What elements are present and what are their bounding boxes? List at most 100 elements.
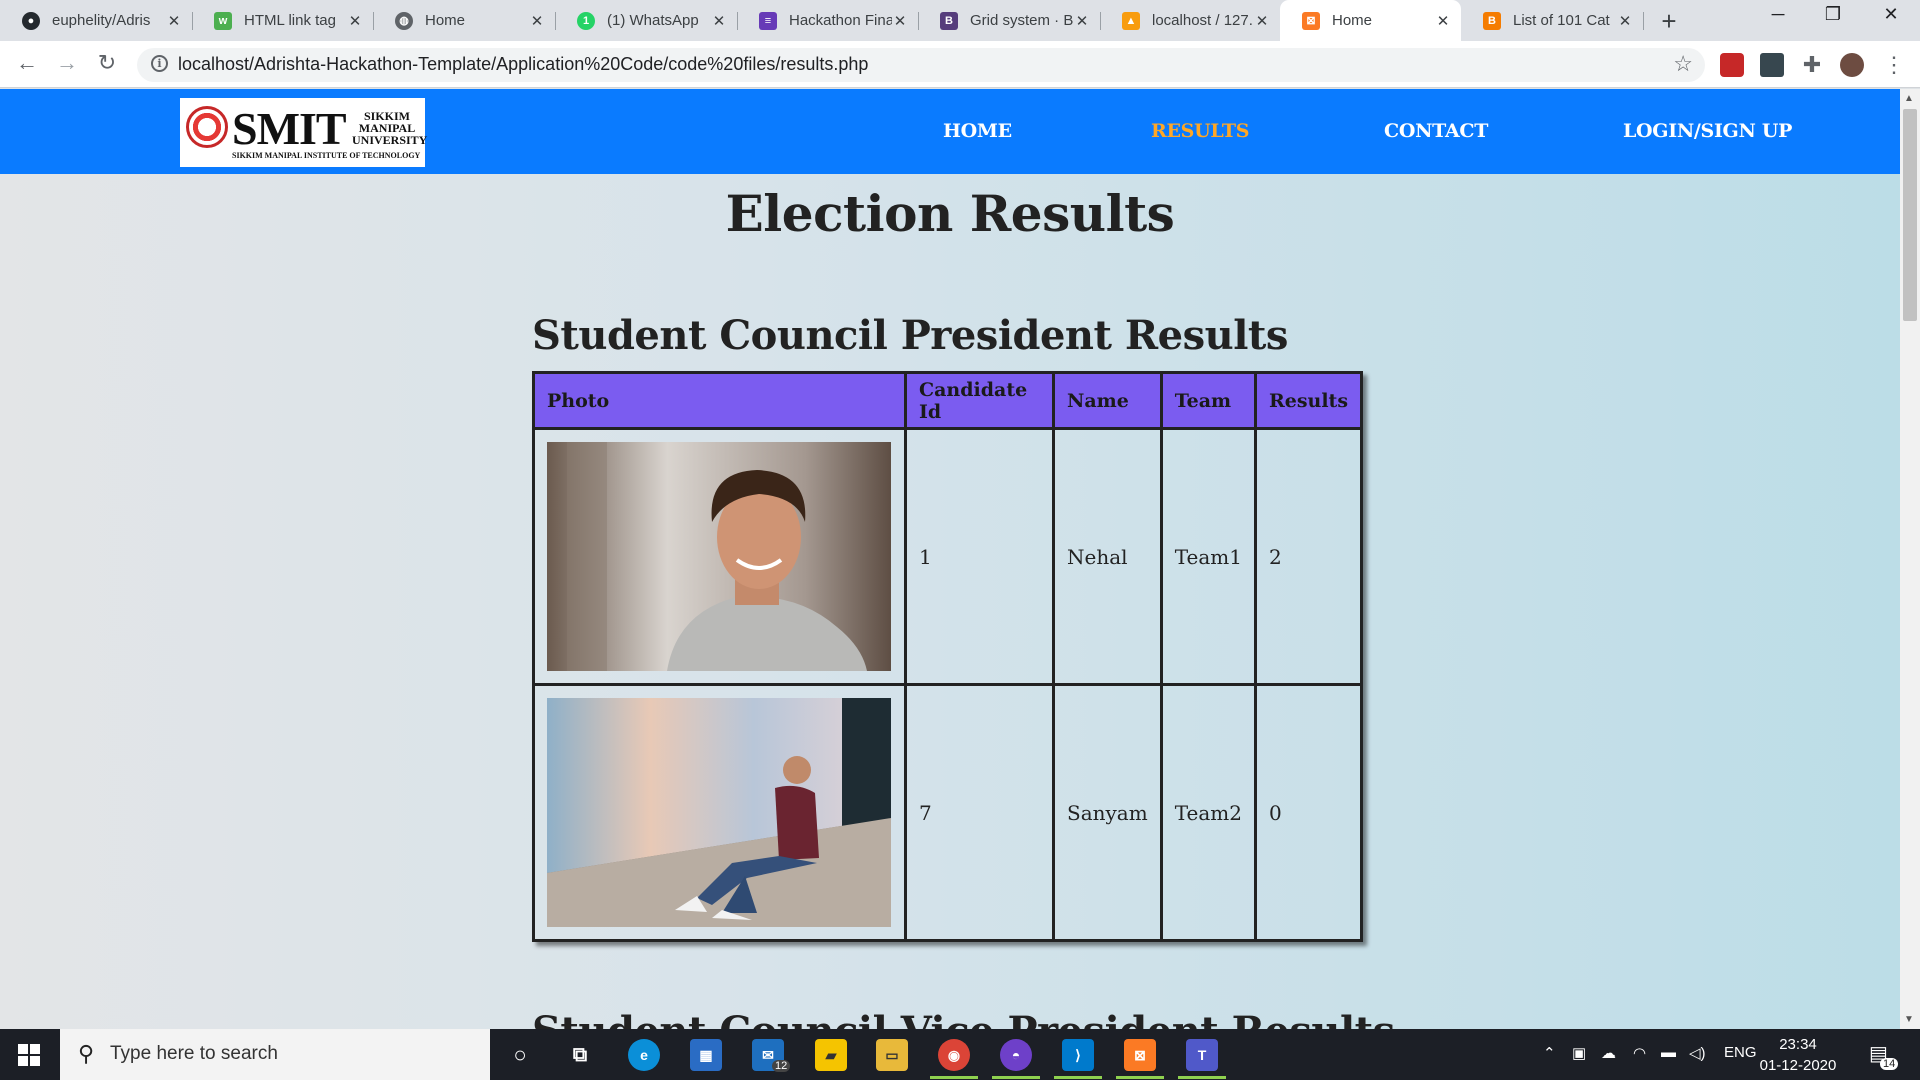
close-tab-icon[interactable]: ✕ [711,12,727,30]
nav-contact[interactable]: CONTACT [1384,120,1488,142]
task-view-icon[interactable]: ⧉ [564,1039,596,1071]
profile-avatar[interactable] [1840,53,1864,77]
edge-icon[interactable]: e [628,1039,660,1071]
teams-running-indicator [1178,1076,1226,1079]
tab-title: Home [425,12,466,29]
candidate-photo [547,698,891,927]
store-icon[interactable]: ▦ [690,1039,722,1071]
clock-date: 01-12-2020 [1759,1057,1837,1074]
scrollbar-thumb[interactable] [1903,109,1917,321]
phpmyadmin-icon: ▲ [1122,11,1140,30]
tab-title: (1) WhatsApp [607,12,699,29]
address-url[interactable]: localhost/Adrishta-Hackathon-Template/Ap… [178,54,868,75]
xampp-taskbar-icon[interactable]: ⊠ [1124,1039,1156,1071]
logo-main-text: SMIT [232,103,347,154]
table-row: 7 Sanyam Team2 0 [532,683,1364,942]
reload-icon[interactable]: ↻ [92,50,122,76]
close-tab-icon[interactable]: ✕ [347,12,363,30]
minimize-icon[interactable]: ─ [1758,4,1798,25]
smit-logo[interactable]: SMIT SIKKIM MANIPAL UNIVERSITY SIKKIM MA… [180,98,428,167]
candidate-photo [547,442,891,671]
vscode-running-indicator [1054,1076,1102,1079]
wifi-icon[interactable]: ◠ [1633,1044,1646,1062]
browser-tab-active[interactable]: ⊠ Home ✕ [1280,0,1461,41]
browser-tab[interactable]: 1 (1) WhatsApp ✕ [555,0,738,41]
browser-tab[interactable]: ● euphelity/Adris ✕ [0,0,193,41]
github-running-indicator [992,1076,1040,1079]
xampp-icon: ⊠ [1302,11,1320,30]
taskbar-clock[interactable]: 23:34 01-12-2020 [1756,1034,1840,1076]
nav-home[interactable]: HOME [943,120,1012,142]
teams-icon[interactable]: T [1186,1039,1218,1071]
candidate-name-cell: Nehal [1052,427,1163,686]
cortana-icon[interactable]: ○ [504,1039,536,1071]
tab-title: Home [1332,12,1373,29]
battery-icon[interactable]: ▬ [1661,1044,1676,1061]
site-info-icon[interactable]: i [151,55,168,72]
close-tab-icon[interactable]: ✕ [1435,12,1451,30]
pocket-extension-icon[interactable] [1720,53,1744,77]
logo-side-text: SIKKIM MANIPAL UNIVERSITY [352,109,428,147]
address-bar[interactable]: i localhost/Adrishta-Hackathon-Template/… [137,48,1705,82]
browser-tab[interactable]: w HTML link tag ✕ [192,0,374,41]
windows-taskbar: ⚲ Type here to search ○ ⧉ e ▦ ✉ 12 ▰ ▭ ◉… [0,1029,1920,1080]
sticky-notes-icon[interactable]: ▰ [815,1039,847,1071]
scroll-up-arrow-icon[interactable]: ▲ [1904,93,1914,104]
chrome-running-indicator [930,1076,978,1079]
bookmark-star-icon[interactable]: ☆ [1673,51,1693,77]
browser-tab[interactable]: B Grid system · B ✕ [918,0,1101,41]
logo-subtitle: SIKKIM MANIPAL INSTITUTE OF TECHNOLOGY [232,151,421,160]
windows-start-icon[interactable] [18,1044,40,1066]
header-candidate-id: Candidate Id [904,371,1055,430]
nav-login-signup[interactable]: LOGIN/SIGN UP [1623,120,1792,142]
browser-toolbar: ← → ↻ i localhost/Adrishta-Hackathon-Tem… [0,41,1920,88]
new-tab-button[interactable]: + [1655,6,1683,37]
browser-tab[interactable]: ▲ localhost / 127. ✕ [1100,0,1280,41]
close-tab-icon[interactable]: ✕ [1617,12,1633,30]
mail-badge: 12 [772,1060,791,1072]
taskbar-search-box[interactable]: ⚲ Type here to search [60,1029,490,1080]
candidate-id-cell: 1 [904,427,1055,686]
onedrive-icon[interactable]: ☁ [1601,1044,1616,1062]
github-desktop-icon[interactable]: ◓ [1000,1039,1032,1071]
search-placeholder: Type here to search [110,1043,278,1064]
vscode-icon[interactable]: ⟩ [1062,1039,1094,1071]
github-icon: ● [22,11,40,30]
file-explorer-icon[interactable]: ▭ [876,1039,908,1071]
bootstrap-icon: B [940,11,958,30]
close-tab-icon[interactable]: ✕ [1254,12,1270,30]
page-title: Election Results [725,184,1175,243]
puzzle-extensions-icon[interactable]: ✚ [1800,53,1824,77]
browser-tab[interactable]: ≡ Hackathon Fina ✕ [737,0,919,41]
photo-cell [532,683,907,942]
page-scrollbar[interactable]: ▲ ▼ [1900,89,1920,1029]
restore-icon[interactable]: ❐ [1813,4,1853,25]
back-icon[interactable]: ← [12,50,42,76]
w3schools-icon: w [214,11,232,30]
scroll-down-arrow-icon[interactable]: ▼ [1904,1014,1914,1025]
xampp-running-indicator [1116,1076,1164,1079]
browser-tab[interactable]: B List of 101 Cat ✕ [1461,0,1644,41]
show-hidden-icons-icon[interactable]: ⌃ [1543,1044,1556,1062]
meet-now-icon[interactable]: ▣ [1572,1044,1586,1062]
close-window-icon[interactable]: ✕ [1871,4,1911,25]
close-tab-icon[interactable]: ✕ [892,12,908,30]
candidate-team-cell: Team2 [1159,683,1257,942]
browser-menu-icon[interactable]: ⋮ [1882,53,1906,77]
clock-time: 23:34 [1779,1036,1817,1053]
site-header: SMIT SIKKIM MANIPAL UNIVERSITY SIKKIM MA… [0,89,1920,174]
table-row: 1 Nehal Team1 2 [532,427,1364,686]
tab-title: Hackathon Fina [789,12,892,29]
results-table: Photo Candidate Id Name Team Results 1 N… [532,371,1364,942]
header-photo: Photo [532,371,907,430]
close-tab-icon[interactable]: ✕ [1074,12,1090,30]
close-tab-icon[interactable]: ✕ [166,12,182,30]
forward-icon[interactable]: → [52,50,82,76]
volume-icon[interactable]: ◁) [1689,1044,1706,1062]
browser-tab[interactable]: ◍ Home ✕ [373,0,556,41]
language-indicator[interactable]: ENG [1724,1044,1757,1061]
news-extension-icon[interactable] [1760,53,1784,77]
chrome-icon[interactable]: ◉ [938,1039,970,1071]
nav-results[interactable]: RESULTS [1151,120,1249,142]
close-tab-icon[interactable]: ✕ [529,12,545,30]
